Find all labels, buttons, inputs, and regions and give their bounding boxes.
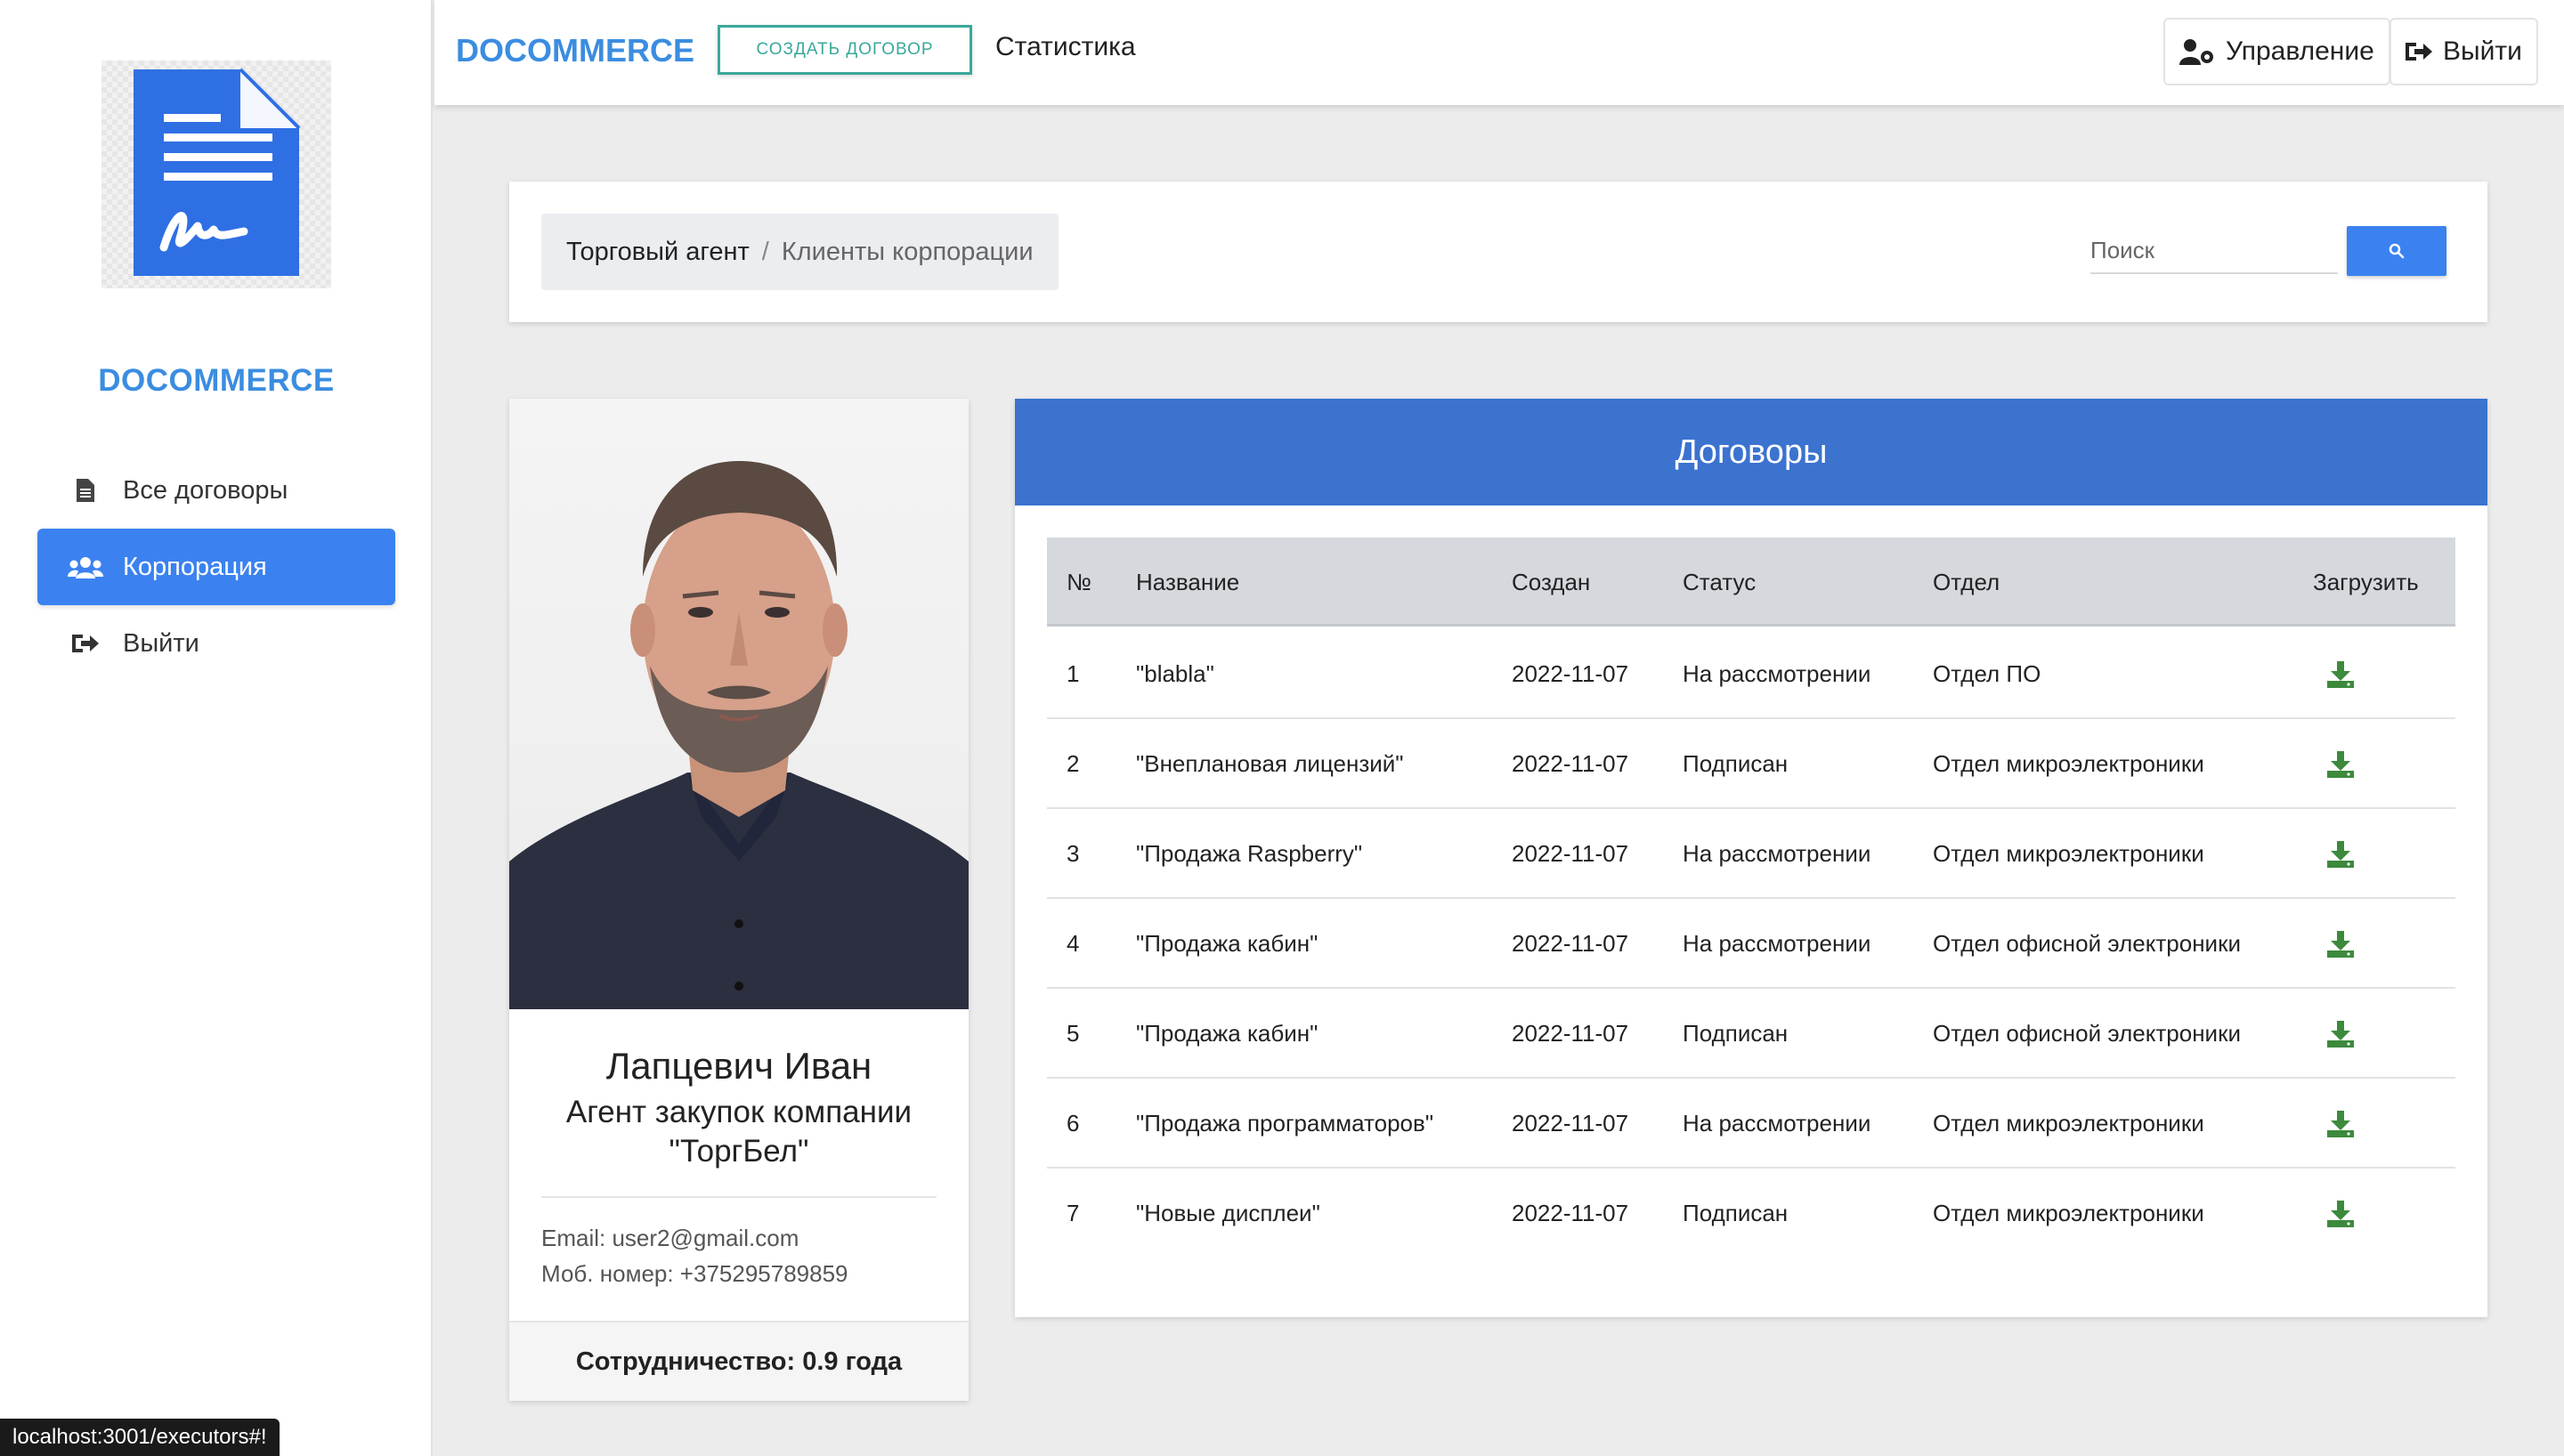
download-icon[interactable] (2327, 1021, 2354, 1048)
cell-created: 2022-11-07 (1512, 1110, 1629, 1136)
cell-department: Отдел офисной электроники (1933, 1020, 2241, 1047)
cell-number: 4 (1067, 930, 1080, 957)
cell-name: "Продажа кабин" (1136, 930, 1319, 957)
profile-role: Агент закупок компании "ТоргБел" (565, 1095, 913, 1169)
manage-button-label: Управление (2226, 36, 2374, 66)
cell-status: Подписан (1683, 750, 1789, 777)
cell-status: Подписан (1683, 1020, 1789, 1047)
cell-department: Отдел микроэлектроники (1933, 840, 2204, 867)
breadcrumb-panel: Торговый агент / Клиенты корпорации (509, 182, 2487, 322)
file-icon (66, 479, 105, 502)
download-icon[interactable] (2327, 661, 2354, 688)
contracts-title: Договоры (1015, 399, 2487, 506)
cell-number: 6 (1067, 1110, 1080, 1136)
cell-name: "Продажа программаторов" (1136, 1110, 1434, 1136)
breadcrumb-item-sales-agent[interactable]: Торговый агент (566, 238, 750, 267)
table-row: 4 "Продажа кабин" 2022-11-07 На рассмотр… (1047, 899, 2455, 989)
cell-number: 5 (1067, 1020, 1080, 1047)
cell-department: Отдел ПО (1933, 660, 2041, 687)
sidebar-brand: DOCOMMERCE (98, 363, 335, 398)
profile-email: Email: user2@gmail.com (541, 1225, 799, 1251)
sidebar-item-logout[interactable]: Выйти (37, 605, 395, 682)
cell-number: 1 (1067, 660, 1080, 687)
cell-created: 2022-11-07 (1512, 660, 1629, 687)
cell-name: "Новые дисплеи" (1136, 1200, 1320, 1226)
cell-created: 2022-11-07 (1512, 1020, 1629, 1047)
cell-department: Отдел микроэлектроники (1933, 1110, 2204, 1136)
table-row: 6 "Продажа программаторов" 2022-11-07 На… (1047, 1079, 2455, 1169)
cell-created: 2022-11-07 (1512, 1200, 1629, 1226)
column-header-number: № (1067, 569, 1091, 595)
cell-number: 3 (1067, 840, 1080, 867)
cell-status: На рассмотрении (1683, 660, 1871, 687)
cell-status: На рассмотрении (1683, 1110, 1871, 1136)
profile-divider (541, 1196, 937, 1198)
breadcrumb-item-clients: Клиенты корпорации (781, 237, 1034, 266)
navbar-brand[interactable]: DOCOMMERCE (456, 32, 694, 69)
sidebar-item-all-contracts[interactable]: Все договоры (37, 452, 395, 529)
cell-department: Отдел офисной электроники (1933, 930, 2241, 957)
download-icon[interactable] (2327, 1111, 2354, 1137)
table-row: 1 "blabla" 2022-11-07 На рассмотрении От… (1047, 629, 2455, 719)
sidebar-item-label: Корпорация (123, 552, 267, 581)
create-contract-button[interactable]: СОЗДАТЬ ДОГОВОР (718, 25, 972, 75)
document-logo-icon (134, 68, 301, 276)
table-row: 2 "Внеплановая лицензий" 2022-11-07 Подп… (1047, 719, 2455, 809)
search-button[interactable] (2347, 226, 2446, 276)
cell-name: "Продажа Raspberry" (1136, 840, 1363, 867)
profile-phone: Моб. номер: +375295789859 (541, 1260, 848, 1287)
download-icon[interactable] (2327, 751, 2354, 778)
table-row: 5 "Продажа кабин" 2022-11-07 Подписан От… (1047, 989, 2455, 1079)
cell-created: 2022-11-07 (1512, 750, 1629, 777)
cell-name: "Внеплановая лицензий" (1136, 750, 1404, 777)
logo (101, 61, 331, 288)
column-header-name: Название (1136, 569, 1240, 595)
cell-number: 7 (1067, 1200, 1080, 1226)
logout-button[interactable]: Выйти (2390, 18, 2538, 85)
sign-out-icon (2406, 41, 2432, 62)
manage-button[interactable]: Управление (2163, 18, 2390, 85)
column-header-department: Отдел (1933, 569, 2000, 595)
table-row: 7 "Новые дисплеи" 2022-11-07 Подписан От… (1047, 1169, 2455, 1258)
cell-name: "blabla" (1136, 660, 1214, 687)
logout-button-label: Выйти (2443, 36, 2522, 66)
sidebar-item-corporation[interactable]: Корпорация (37, 529, 395, 605)
table-header: № Название Создан Статус Отдел Загрузить (1047, 538, 2455, 627)
cell-status: Подписан (1683, 1200, 1789, 1226)
download-icon[interactable] (2327, 1201, 2354, 1227)
search-input[interactable] (2090, 228, 2338, 274)
browser-status-url: localhost:3001/executors#! (0, 1419, 280, 1456)
top-navbar: DOCOMMERCE СОЗДАТЬ ДОГОВОР Статистика Уп… (434, 0, 2564, 105)
contracts-card: Договоры № Название Создан Статус Отдел … (1015, 399, 2487, 1317)
profile-name: Лапцевич Иван (605, 1045, 872, 1087)
download-icon[interactable] (2327, 931, 2354, 958)
cooperation-duration: Сотрудничество: 0.9 года (509, 1321, 969, 1401)
cell-name: "Продажа кабин" (1136, 1020, 1319, 1047)
profile-card: Лапцевич Иван Агент закупок компании "То… (509, 399, 969, 1401)
column-header-status: Статус (1683, 569, 1757, 595)
cell-created: 2022-11-07 (1512, 930, 1629, 957)
sidebar: DOCOMMERCE Все договоры Корпорация Выйти (0, 0, 433, 1456)
cell-created: 2022-11-07 (1512, 840, 1629, 867)
column-header-created: Создан (1512, 569, 1591, 595)
download-icon[interactable] (2327, 841, 2354, 868)
users-icon (66, 555, 105, 578)
sidebar-item-label: Выйти (123, 628, 199, 658)
sign-out-icon (66, 633, 105, 654)
cell-status: На рассмотрении (1683, 840, 1871, 867)
sidebar-item-label: Все договоры (123, 475, 288, 505)
column-header-download: Загрузить (2313, 569, 2419, 595)
cell-status: На рассмотрении (1683, 930, 1871, 957)
cell-department: Отдел микроэлектроники (1933, 1200, 2204, 1226)
user-cog-icon (2179, 38, 2215, 65)
breadcrumb: Торговый агент / Клиенты корпорации (541, 214, 1059, 290)
cell-department: Отдел микроэлектроники (1933, 750, 2204, 777)
table-row: 3 "Продажа Raspberry" 2022-11-07 На расс… (1047, 809, 2455, 899)
statistics-link[interactable]: Статистика (995, 32, 1136, 62)
profile-photo (509, 399, 969, 1009)
search-icon (2389, 243, 2405, 259)
cell-number: 2 (1067, 750, 1080, 777)
breadcrumb-separator: / (761, 237, 769, 266)
